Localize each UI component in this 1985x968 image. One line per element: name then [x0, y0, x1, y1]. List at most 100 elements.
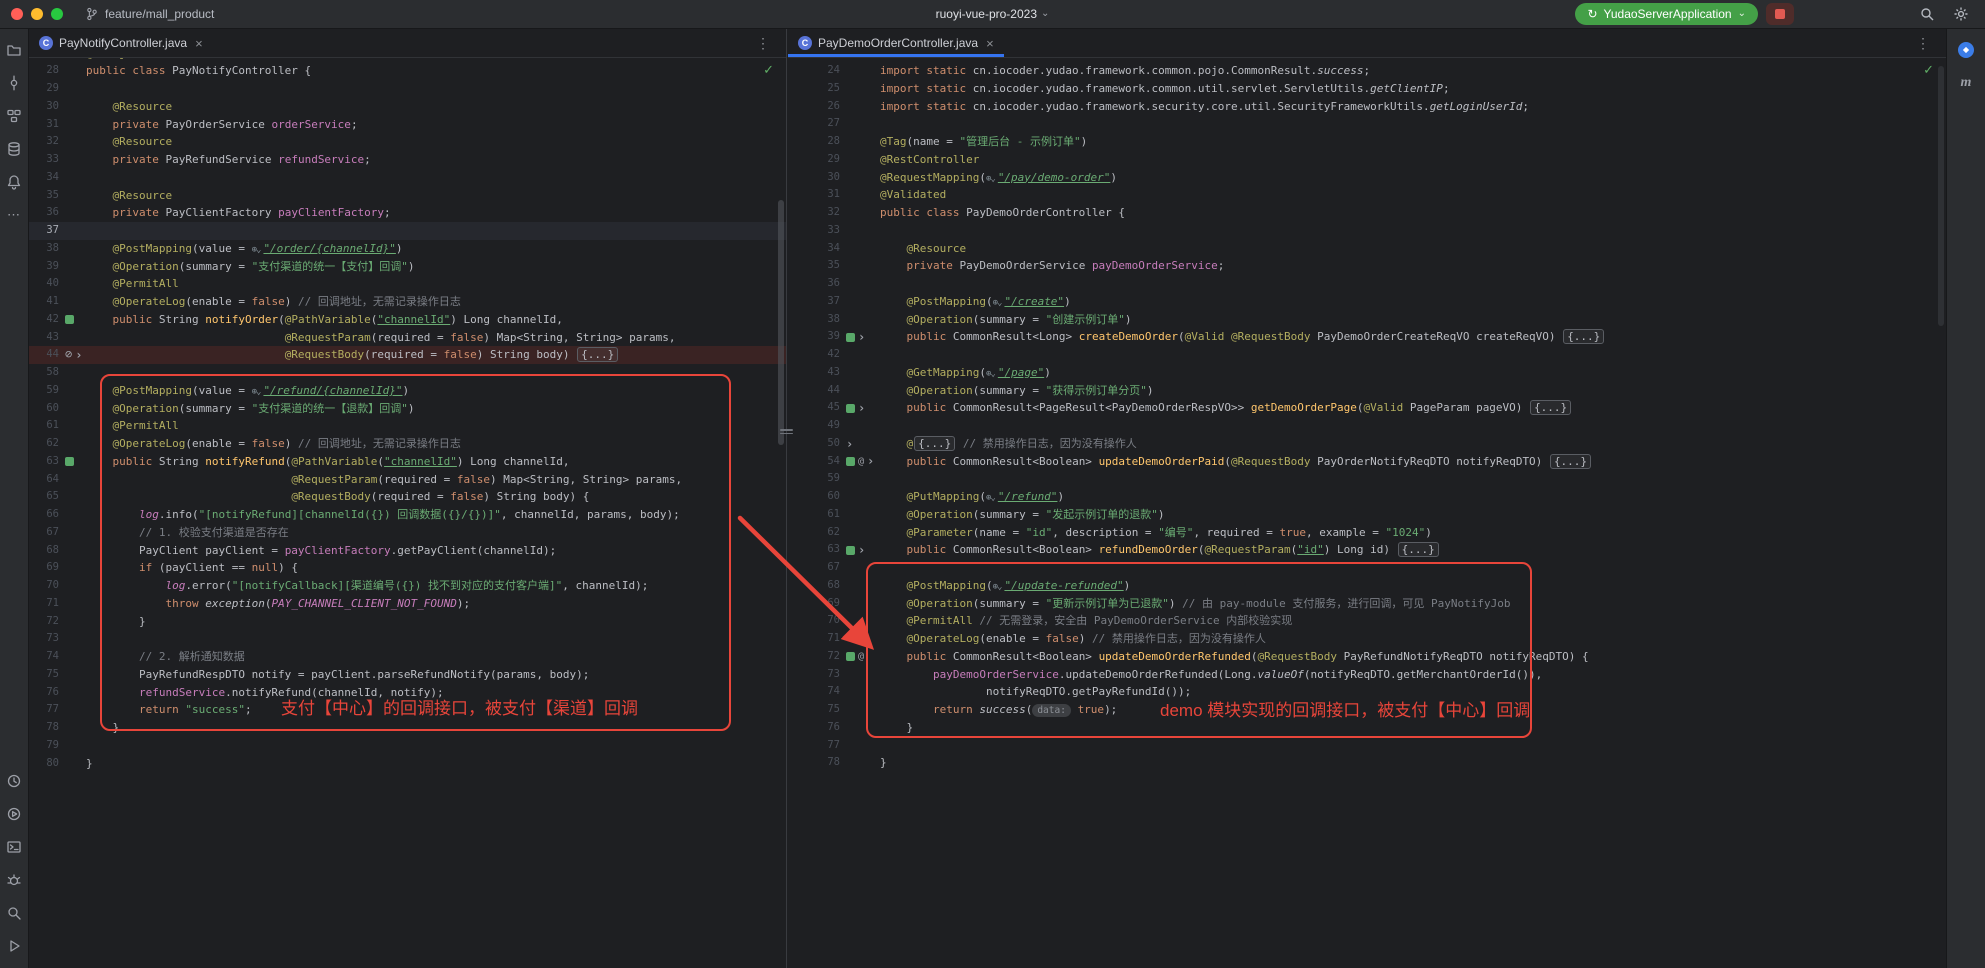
line-number[interactable]: 78: [29, 719, 59, 737]
line-number[interactable]: 75: [788, 701, 840, 719]
code-line-63[interactable]: 63 public String notifyRefund(@PathVaria…: [29, 453, 786, 471]
sidebar-item-ai-assistant[interactable]: [1954, 38, 1978, 62]
code-line-42[interactable]: 42 public String notifyOrder(@PathVariab…: [29, 311, 786, 329]
line-number[interactable]: 79: [29, 737, 59, 755]
code-line-60[interactable]: 60 @PutMapping(⊕⌄"/refund"): [788, 488, 1946, 506]
fold-chevron-icon[interactable]: ›: [867, 456, 874, 466]
spring-mapping-icon[interactable]: [846, 333, 855, 342]
code-line-32[interactable]: 32public class PayDemoOrderController {: [788, 204, 1946, 222]
line-number[interactable]: 69: [788, 595, 840, 613]
line-number[interactable]: 43: [788, 364, 840, 382]
code-line-67[interactable]: 67: [788, 559, 1946, 577]
code-line-68[interactable]: 68 @PostMapping(⊕⌄"/update-refunded"): [788, 577, 1946, 595]
line-number[interactable]: 29: [788, 151, 840, 169]
tab-paydemoordercontroller[interactable]: C PayDemoOrderController.java ×: [788, 29, 1004, 57]
line-number[interactable]: 54: [788, 453, 840, 471]
fold-chevron-icon[interactable]: ›: [75, 350, 82, 360]
line-number[interactable]: 70: [29, 577, 59, 595]
editor-options-kebab-icon[interactable]: ⋮: [1916, 35, 1930, 52]
line-number[interactable]: 77: [29, 701, 59, 719]
line-number[interactable]: 28: [29, 62, 59, 80]
settings-button[interactable]: [1953, 6, 1969, 22]
line-number[interactable]: 34: [29, 169, 59, 187]
code-line-39[interactable]: 39› public CommonResult<Long> createDemo…: [788, 328, 1946, 346]
line-number[interactable]: 32: [788, 204, 840, 222]
editor-content-right[interactable]: 24import static cn.iocoder.yudao.framewo…: [788, 58, 1946, 968]
code-line-41[interactable]: 41 @OperateLog(enable = false) // 回调地址，无…: [29, 293, 786, 311]
code-line-75[interactable]: 75 return success(data: true);: [788, 701, 1946, 719]
line-number[interactable]: 25: [788, 80, 840, 98]
code-line-40[interactable]: 40 @PermitAll: [29, 275, 786, 293]
line-number[interactable]: 63: [788, 541, 840, 559]
code-line-66[interactable]: 66 log.info("[notifyRefund][channelId({}…: [29, 506, 786, 524]
spring-mapping-icon[interactable]: [846, 652, 855, 661]
code-line-79[interactable]: 79: [29, 737, 786, 755]
line-number[interactable]: 36: [788, 275, 840, 293]
folded-code-chip[interactable]: {...}: [1550, 454, 1591, 469]
sidebar-item-structure[interactable]: [2, 104, 26, 128]
code-line-63[interactable]: 63› public CommonResult<Boolean> refundD…: [788, 541, 1946, 559]
code-line-80[interactable]: 80}: [29, 755, 786, 773]
line-number[interactable]: 77: [788, 737, 840, 755]
sidebar-item-commit[interactable]: [2, 71, 26, 95]
code-line-49[interactable]: 49: [788, 417, 1946, 435]
inspection-status-icon[interactable]: ✓: [1923, 62, 1934, 78]
line-number[interactable]: 28: [788, 133, 840, 151]
line-number[interactable]: 29: [29, 80, 59, 98]
code-line-30[interactable]: 30@RequestMapping(⊕⌄"/pay/demo-order"): [788, 169, 1946, 187]
line-number[interactable]: 70: [788, 612, 840, 630]
line-number[interactable]: 61: [788, 506, 840, 524]
code-line-78[interactable]: 78}: [788, 754, 1946, 772]
code-line-76[interactable]: 76 refundService.notifyRefund(channelId,…: [29, 684, 786, 702]
line-number[interactable]: 66: [29, 506, 59, 524]
folded-code-chip[interactable]: {...}: [1398, 542, 1439, 557]
code-line-28[interactable]: 28@Tag(name = "管理后台 - 示例订单"): [788, 133, 1946, 151]
line-number[interactable]: 59: [29, 382, 59, 400]
folded-code-chip[interactable]: {...}: [914, 436, 955, 451]
code-line-42[interactable]: 42: [788, 346, 1946, 364]
code-line-37[interactable]: 37 @PostMapping(⊕⌄"/create"): [788, 293, 1946, 311]
line-number[interactable]: 32: [29, 133, 59, 151]
aop-advice-icon[interactable]: @: [858, 648, 864, 666]
fold-chevron-icon[interactable]: ›: [858, 545, 865, 555]
line-number[interactable]: 27: [788, 115, 840, 133]
code-line-33[interactable]: 33: [788, 222, 1946, 240]
code-line-71[interactable]: 71 throw exception(PAY_CHANNEL_CLIENT_NO…: [29, 595, 786, 613]
line-number[interactable]: 30: [29, 98, 59, 116]
code-line-31[interactable]: 31 private PayOrderService orderService;: [29, 116, 786, 134]
code-line-61[interactable]: 61 @Operation(summary = "发起示例订单的退款"): [788, 506, 1946, 524]
git-branch-widget[interactable]: feature/mall_product: [85, 7, 214, 21]
code-line-77[interactable]: 77 return "success";: [29, 701, 786, 719]
project-switcher[interactable]: ruoyi-vue-pro-2023 ⌄: [936, 7, 1050, 21]
scrollbar-thumb[interactable]: [1938, 66, 1944, 326]
close-tab-icon[interactable]: ×: [986, 36, 994, 51]
line-number[interactable]: 33: [29, 151, 59, 169]
editor-options-kebab-icon[interactable]: ⋮: [756, 35, 770, 52]
line-number[interactable]: 34: [788, 240, 840, 258]
code-line-74[interactable]: 74 // 2. 解析通知数据: [29, 648, 786, 666]
code-line-34[interactable]: 34 @Resource: [788, 240, 1946, 258]
disabled-breakpoint-icon[interactable]: ⊘: [65, 346, 72, 364]
code-line-71[interactable]: 71 @OperateLog(enable = false) // 禁用操作日志…: [788, 630, 1946, 648]
sidebar-item-terminal[interactable]: [2, 835, 26, 859]
line-number[interactable]: 59: [788, 470, 840, 488]
line-number[interactable]: 38: [788, 311, 840, 329]
fold-chevron-icon[interactable]: ›: [846, 439, 853, 449]
line-number[interactable]: 61: [29, 417, 59, 435]
code-line-37[interactable]: 37: [29, 222, 786, 240]
spring-mapping-icon[interactable]: [846, 546, 855, 555]
line-number[interactable]: 67: [29, 524, 59, 542]
line-number[interactable]: 35: [29, 187, 59, 205]
sidebar-item-run[interactable]: [2, 934, 26, 958]
sidebar-item-notifications[interactable]: [2, 170, 26, 194]
line-number[interactable]: 36: [29, 204, 59, 222]
code-line-69[interactable]: 69 @Operation(summary = "更新示例订单为已退款") //…: [788, 595, 1946, 613]
code-line-67[interactable]: 67 // 1. 校验支付渠道是否存在: [29, 524, 786, 542]
line-number[interactable]: 71: [29, 595, 59, 613]
line-number[interactable]: 74: [29, 648, 59, 666]
line-number[interactable]: 63: [29, 453, 59, 471]
line-number[interactable]: 72: [788, 648, 840, 666]
code-line-70[interactable]: 70 @PermitAll // 无需登录，安全由 PayDemoOrderSe…: [788, 612, 1946, 630]
line-number[interactable]: 73: [29, 630, 59, 648]
splitter-grip[interactable]: [780, 429, 793, 437]
